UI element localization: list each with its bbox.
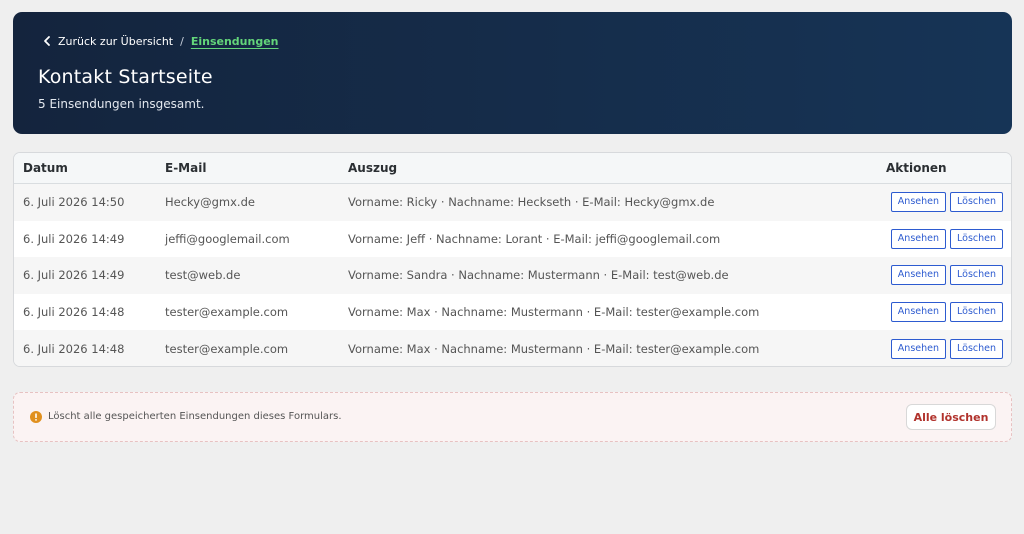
delete-button[interactable]: Löschen bbox=[950, 192, 1003, 213]
cell-date: 6. Juli 2026 14:49 bbox=[14, 220, 165, 258]
delete-button[interactable]: Löschen bbox=[950, 302, 1003, 323]
view-button[interactable]: Ansehen bbox=[890, 302, 946, 323]
view-button[interactable]: Ansehen bbox=[890, 192, 946, 213]
table-header-row: Datum E-Mail Auszug Aktionen bbox=[14, 153, 1011, 184]
page-subtitle: 5 Einsendungen insgesamt. bbox=[38, 97, 205, 111]
submissions-table-card: Datum E-Mail Auszug Aktionen 6. Juli 202… bbox=[13, 152, 1012, 367]
cell-email: jeffi@googlemail.com bbox=[165, 220, 348, 258]
cell-excerpt: Vorname: Sandra · Nachname: Mustermann ·… bbox=[348, 257, 886, 294]
breadcrumb-current[interactable]: Einsendungen bbox=[191, 35, 279, 48]
delete-button[interactable]: Löschen bbox=[950, 228, 1003, 249]
delete-all-button[interactable]: Alle löschen bbox=[906, 404, 996, 430]
column-header-actions: Aktionen bbox=[886, 153, 1011, 184]
cell-email: Hecky@gmx.de bbox=[165, 183, 348, 221]
cell-email: test@web.de bbox=[165, 257, 348, 294]
column-header-date: Datum bbox=[14, 153, 165, 184]
cell-excerpt: Vorname: Max · Nachname: Mustermann · E-… bbox=[348, 330, 886, 366]
chevron-left-icon bbox=[44, 36, 50, 46]
delete-button[interactable]: Löschen bbox=[950, 338, 1003, 359]
cell-date: 6. Juli 2026 14:50 bbox=[14, 183, 165, 221]
breadcrumb: Zurück zur Übersicht / Einsendungen bbox=[40, 33, 279, 49]
submissions-table: Datum E-Mail Auszug Aktionen 6. Juli 202… bbox=[14, 153, 1011, 366]
cell-actions: Ansehen Löschen bbox=[886, 293, 1011, 331]
cell-excerpt: Vorname: Ricky · Nachname: Heckseth · E-… bbox=[348, 183, 886, 221]
view-button[interactable]: Ansehen bbox=[890, 228, 946, 249]
cell-date: 6. Juli 2026 14:48 bbox=[14, 330, 165, 366]
back-link[interactable]: Zurück zur Übersicht bbox=[40, 34, 173, 48]
cell-date: 6. Juli 2026 14:49 bbox=[14, 257, 165, 294]
column-header-excerpt: Auszug bbox=[348, 153, 886, 184]
warning-icon bbox=[30, 411, 42, 423]
table-row: 6. Juli 2026 14:49 jeffi@googlemail.com … bbox=[14, 220, 1011, 258]
delete-all-panel: Löscht alle gespeicherten Einsendungen d… bbox=[13, 392, 1012, 442]
back-link-label: Zurück zur Übersicht bbox=[58, 34, 174, 48]
cell-email: tester@example.com bbox=[165, 293, 348, 331]
view-button[interactable]: Ansehen bbox=[890, 265, 946, 286]
cell-email: tester@example.com bbox=[165, 330, 348, 366]
page-title: Kontakt Startseite bbox=[38, 66, 213, 88]
column-header-email: E-Mail bbox=[165, 153, 348, 184]
view-button[interactable]: Ansehen bbox=[890, 338, 946, 359]
delete-all-description: Löscht alle gespeicherten Einsendungen d… bbox=[48, 411, 342, 422]
delete-button[interactable]: Löschen bbox=[950, 265, 1003, 286]
table-row: 6. Juli 2026 14:48 tester@example.com Vo… bbox=[14, 293, 1011, 331]
cell-actions: Ansehen Löschen bbox=[886, 183, 1011, 221]
cell-date: 6. Juli 2026 14:48 bbox=[14, 293, 165, 331]
table-row: 6. Juli 2026 14:49 test@web.de Vorname: … bbox=[14, 257, 1011, 294]
cell-excerpt: Vorname: Jeff · Nachname: Lorant · E-Mai… bbox=[348, 220, 886, 258]
cell-excerpt: Vorname: Max · Nachname: Mustermann · E-… bbox=[348, 293, 886, 331]
cell-actions: Ansehen Löschen bbox=[886, 330, 1011, 366]
cell-actions: Ansehen Löschen bbox=[886, 220, 1011, 258]
table-row: 6. Juli 2026 14:48 tester@example.com Vo… bbox=[14, 330, 1011, 366]
cell-actions: Ansehen Löschen bbox=[886, 257, 1011, 294]
table-row: 6. Juli 2026 14:50 Hecky@gmx.de Vorname:… bbox=[14, 183, 1011, 221]
breadcrumb-separator: / bbox=[180, 34, 184, 48]
page-header: Zurück zur Übersicht / Einsendungen Kont… bbox=[13, 12, 1012, 134]
